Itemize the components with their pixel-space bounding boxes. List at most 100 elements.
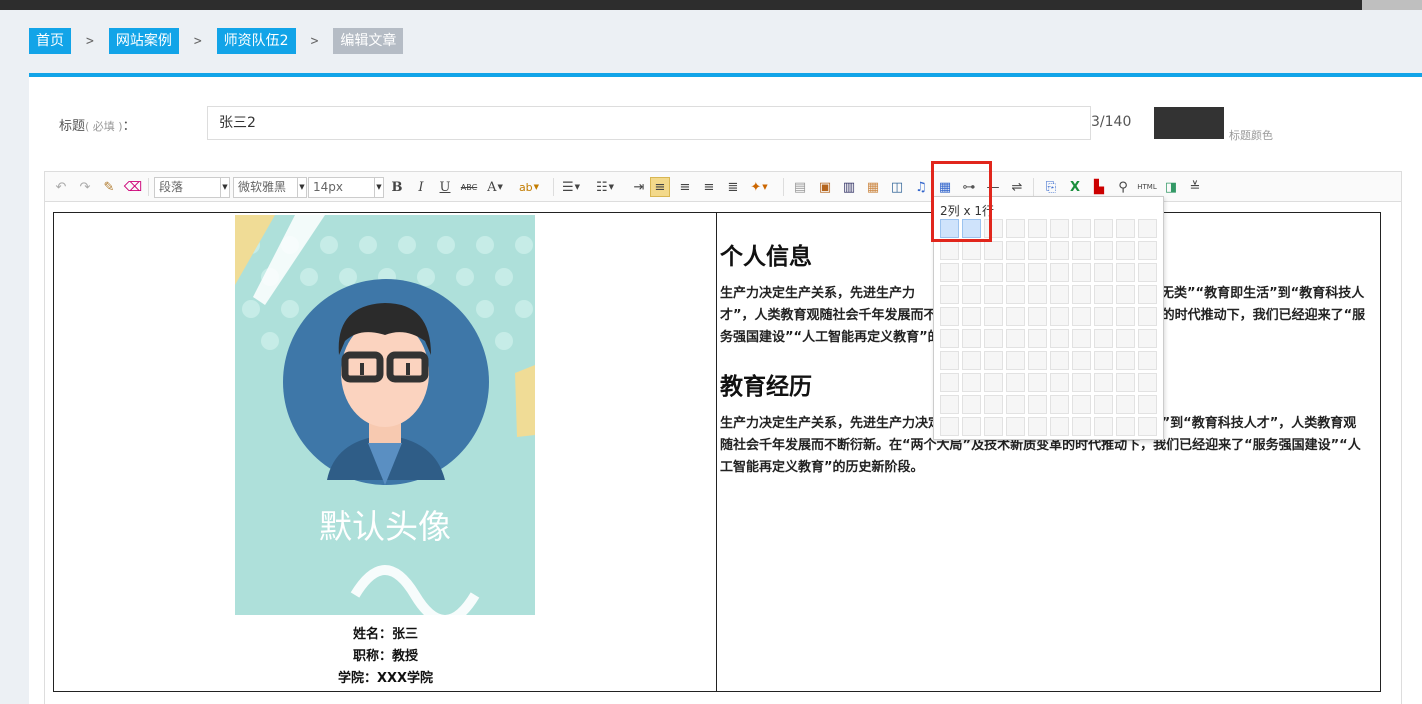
table-size-cell[interactable] [1006,351,1025,370]
ordered-list-icon[interactable]: ☰ ▼ [561,177,581,197]
table-size-cell[interactable] [1138,219,1157,238]
font-color-button[interactable]: A ▼ [485,177,505,197]
table-size-cell[interactable] [1006,219,1025,238]
table-size-cell[interactable] [1028,395,1047,414]
table-size-cell[interactable] [1116,329,1135,348]
table-size-cell[interactable] [1006,329,1025,348]
breadcrumb-cases[interactable]: 网站案例 [108,28,179,54]
table-size-cell[interactable] [1138,285,1157,304]
table-size-cell[interactable] [1050,263,1069,282]
table-size-cell[interactable] [1028,351,1047,370]
table-size-cell[interactable] [984,285,1003,304]
table-size-cell[interactable] [940,417,959,436]
table-size-cell[interactable] [1094,395,1113,414]
table-size-cell[interactable] [1116,263,1135,282]
table-size-cell[interactable] [1028,373,1047,392]
table-size-cell[interactable] [1006,417,1025,436]
table-size-cell[interactable] [1138,263,1157,282]
format-painter-icon[interactable]: ✎ [99,177,119,197]
table-size-cell[interactable] [1072,219,1091,238]
table-size-grid[interactable] [940,219,1157,436]
table-size-cell[interactable] [1094,351,1113,370]
table-size-cell[interactable] [940,241,959,260]
table-size-cell[interactable] [1072,307,1091,326]
table-size-cell[interactable] [1050,285,1069,304]
page-break-icon[interactable]: ⇌ [1007,177,1027,197]
table-size-cell[interactable] [1072,241,1091,260]
paragraph-select[interactable]: 段落 ▼ [154,177,230,198]
breadcrumb-home[interactable]: 首页 [29,28,71,54]
table-size-cell[interactable] [1050,417,1069,436]
underline-button[interactable]: U [435,177,455,197]
table-size-cell[interactable] [962,417,981,436]
table-size-cell[interactable] [1072,373,1091,392]
table-size-cell[interactable] [1116,417,1135,436]
table-size-cell[interactable] [1138,307,1157,326]
search-replace-icon[interactable]: ⚲ [1113,177,1133,197]
table-size-cell[interactable] [984,263,1003,282]
table-size-cell[interactable] [1116,373,1135,392]
table-size-cell[interactable] [1006,307,1025,326]
table-size-cell[interactable] [1094,219,1113,238]
strikethrough-button[interactable]: ABC [459,177,479,197]
bold-button[interactable]: B [387,177,407,197]
table-size-cell[interactable] [1072,285,1091,304]
table-size-cell[interactable] [1072,395,1091,414]
table-size-cell[interactable] [1138,351,1157,370]
table-size-cell[interactable] [1050,329,1069,348]
table-size-cell[interactable] [984,329,1003,348]
table-size-cell[interactable] [962,263,981,282]
breadcrumb-faculty[interactable]: 师资队伍2 [216,28,296,54]
table-size-cell[interactable] [1028,329,1047,348]
italic-button[interactable]: I [411,177,431,197]
title-color-picker[interactable] [1154,107,1224,139]
multi-image-icon[interactable]: ▦ [863,177,883,197]
align-left-icon[interactable]: ≡ [650,177,670,197]
align-center-icon[interactable]: ≡ [675,177,695,197]
table-size-cell[interactable] [1094,373,1113,392]
table-size-cell[interactable] [1006,241,1025,260]
table-size-cell[interactable] [1094,263,1113,282]
table-size-cell[interactable] [940,285,959,304]
table-size-cell[interactable] [1028,285,1047,304]
table-size-cell[interactable] [1094,285,1113,304]
title-input[interactable]: 张三2 [207,106,1091,140]
table-size-cell[interactable] [1050,307,1069,326]
table-size-cell[interactable] [1116,285,1135,304]
table-size-cell[interactable] [962,351,981,370]
editor-content-area[interactable]: 默认头像 姓名：张三 职称：教授 学院：XXX学院 个人信息 生产力决定生产关系… [45,202,1401,704]
table-size-cell[interactable] [1116,307,1135,326]
table-size-cell[interactable] [962,329,981,348]
table-size-cell[interactable] [962,285,981,304]
table-cell-profile[interactable]: 默认头像 姓名：张三 职称：教授 学院：XXX学院 [54,213,717,691]
table-size-cell[interactable] [1006,263,1025,282]
html-source-icon[interactable]: HTML [1136,177,1158,197]
table-size-cell[interactable] [984,307,1003,326]
font-size-select[interactable]: 14px ▼ [308,177,384,198]
table-size-cell[interactable] [984,417,1003,436]
table-size-cell[interactable] [1094,241,1113,260]
music-icon[interactable]: ♫ [911,177,931,197]
table-size-cell[interactable] [940,307,959,326]
more-tools-icon[interactable]: ≚ [1185,177,1205,197]
table-size-cell[interactable] [940,329,959,348]
table-size-cell[interactable] [1006,395,1025,414]
table-size-cell[interactable] [1116,395,1135,414]
table-size-cell[interactable] [1028,263,1047,282]
table-size-cell[interactable] [1094,329,1113,348]
table-size-cell[interactable] [1050,351,1069,370]
table-size-cell[interactable] [1028,417,1047,436]
table-size-cell[interactable] [1050,219,1069,238]
table-size-cell[interactable] [1006,285,1025,304]
undo-icon[interactable]: ↶ [51,177,71,197]
pdf-icon[interactable]: ▙ [1089,177,1109,197]
auto-format-icon[interactable]: ✦ ▼ [749,177,769,197]
table-size-cell[interactable] [940,263,959,282]
align-justify-icon[interactable]: ≣ [723,177,743,197]
table-size-cell[interactable] [1028,219,1047,238]
table-size-cell[interactable] [962,241,981,260]
paste-word-icon[interactable]: ▤ [790,177,810,197]
attachment-icon[interactable]: ⎘ [1041,177,1061,197]
table-size-cell[interactable] [962,395,981,414]
eraser-icon[interactable]: ⌫ [123,177,143,197]
